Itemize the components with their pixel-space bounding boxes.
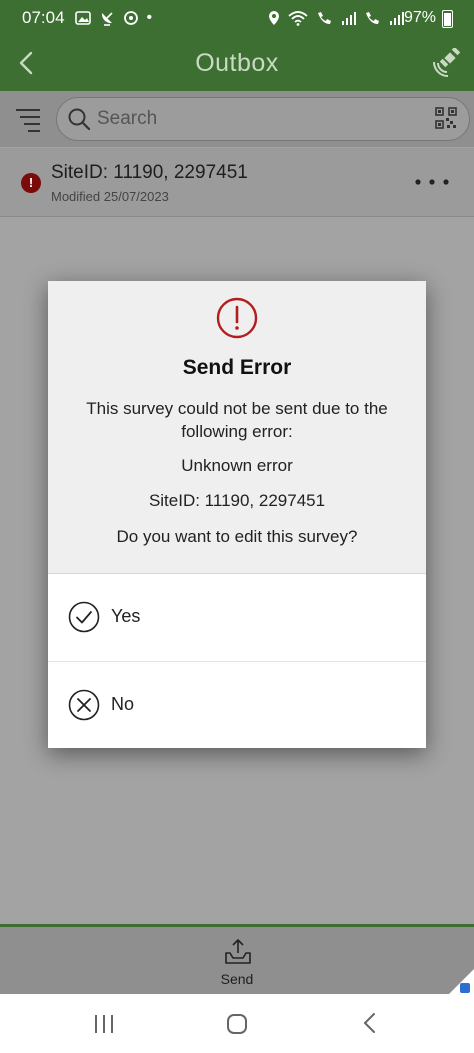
location-icon bbox=[269, 11, 279, 25]
wifi-icon bbox=[288, 11, 308, 26]
dialog-content: Send Error This survey could not be sent… bbox=[48, 281, 426, 574]
signal-icon-2 bbox=[390, 12, 404, 25]
close-circle-icon bbox=[68, 689, 100, 721]
nav-back-icon[interactable] bbox=[360, 1012, 380, 1034]
recent-apps-icon[interactable] bbox=[93, 1014, 115, 1034]
search-row: Search bbox=[0, 91, 474, 147]
status-time: 07:04 bbox=[22, 8, 65, 27]
yes-button[interactable]: Yes bbox=[48, 574, 426, 662]
satellite-dish-icon bbox=[101, 12, 113, 26]
call-icon bbox=[318, 12, 331, 24]
call-icon-2 bbox=[366, 12, 379, 24]
list-item-title: SiteID: 11190, 2297451 bbox=[51, 162, 248, 183]
system-nav-bar bbox=[0, 994, 474, 1053]
send-label: Send bbox=[220, 971, 254, 987]
status-bar: 07:04 • 97% bbox=[0, 0, 474, 36]
dialog-title: Send Error bbox=[182, 356, 292, 379]
no-label: No bbox=[111, 694, 135, 714]
gps-satellite-icon[interactable] bbox=[430, 48, 462, 80]
search-icon bbox=[68, 108, 91, 131]
app-bar: Outbox bbox=[0, 36, 474, 91]
battery-percent: 97% bbox=[403, 9, 436, 26]
dialog-error-text: Unknown error bbox=[181, 456, 293, 475]
check-circle-icon bbox=[68, 601, 100, 633]
home-icon[interactable] bbox=[226, 1013, 248, 1035]
search-placeholder: Search bbox=[97, 108, 158, 129]
notification-dot: • bbox=[146, 9, 153, 26]
send-tray-icon bbox=[225, 939, 251, 964]
list-item[interactable]: SiteID: 11190, 2297451 Modified 25/07/20… bbox=[0, 148, 474, 217]
qr-code-icon[interactable] bbox=[435, 107, 457, 129]
signal-icon bbox=[342, 12, 356, 25]
dialog-site-id: SiteID: 11190, 2297451 bbox=[148, 491, 326, 510]
battery-icon bbox=[442, 10, 453, 28]
error-badge-icon: ! bbox=[21, 173, 41, 193]
page-title: Outbox bbox=[195, 49, 279, 77]
search-input[interactable]: Search bbox=[56, 97, 470, 141]
filter-sort-icon[interactable] bbox=[14, 104, 42, 134]
list-item-modified: Modified 25/07/2023 bbox=[51, 189, 169, 204]
image-icon bbox=[74, 11, 91, 25]
sync-icon bbox=[123, 11, 138, 25]
dialog-message: This survey could not be sent due to the… bbox=[86, 399, 388, 441]
dialog-question: Do you want to edit this survey? bbox=[116, 527, 358, 546]
send-error-dialog: Send Error This survey could not be sent… bbox=[48, 281, 426, 748]
more-options-icon[interactable] bbox=[414, 178, 450, 186]
no-button[interactable]: No bbox=[48, 662, 426, 748]
lock-icon bbox=[460, 983, 470, 993]
bottom-toolbar: Send bbox=[0, 924, 474, 997]
alert-icon bbox=[216, 297, 258, 339]
yes-label: Yes bbox=[111, 606, 141, 626]
